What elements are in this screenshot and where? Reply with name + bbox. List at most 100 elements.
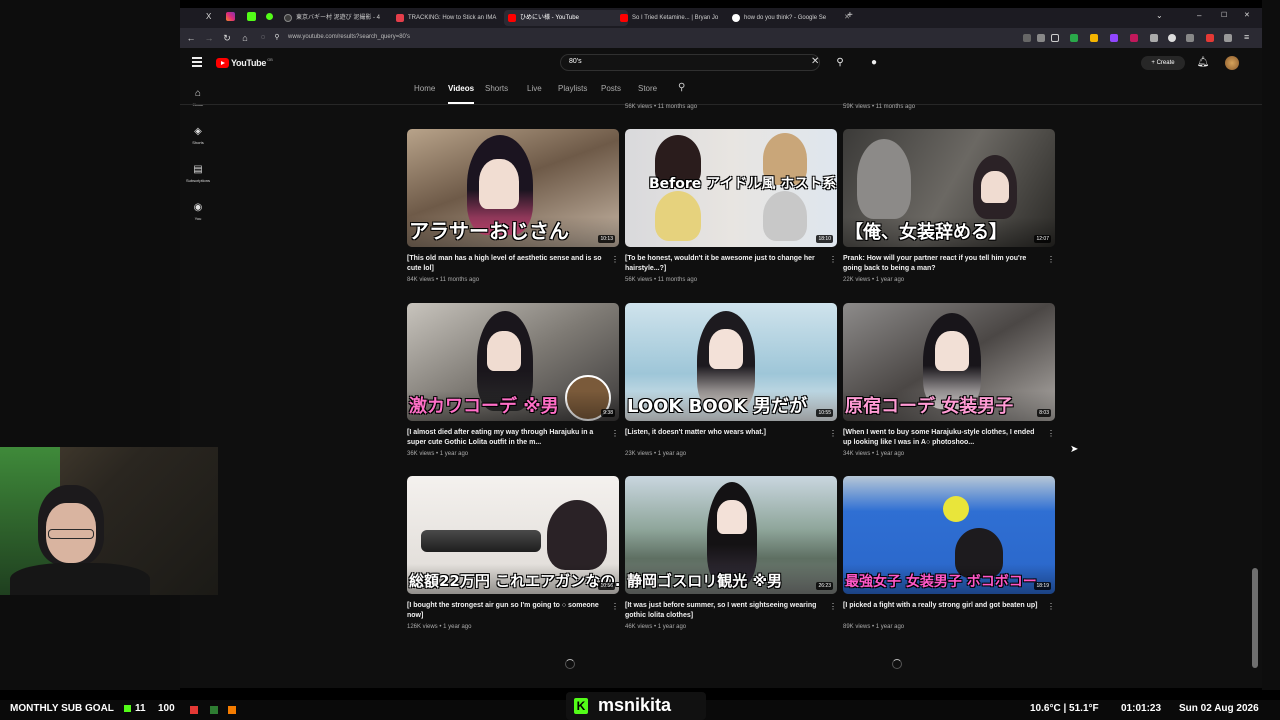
tab-playlists[interactable]: Playlists [558,84,587,93]
video-title[interactable]: [I picked a fight with a really strong g… [843,601,1041,611]
minimize-icon[interactable]: – [1197,11,1201,20]
home-icon[interactable]: ⌂ [238,31,252,45]
extension-icon[interactable] [1168,34,1176,42]
video-thumbnail[interactable]: アラサーおじさん 10:13 [407,129,619,247]
tab-bar: X 東京バギー村 泥遊び 泥撮影 - 4 TRACKING: How to St… [180,8,1262,28]
maximize-icon[interactable]: ☐ [1221,11,1227,19]
x-twitter-icon[interactable]: X [206,12,211,21]
microphone-icon[interactable]: ● [866,55,882,71]
more-options-icon[interactable]: ⋮ [1047,602,1055,611]
page-scrollbar[interactable] [1252,568,1258,668]
video-title[interactable]: Prank: How will your partner react if yo… [843,254,1041,274]
more-options-icon[interactable]: ⋮ [829,602,837,611]
browser-tab[interactable]: how do you think? - Google Se ✕ [728,10,852,26]
more-options-icon[interactable]: ⋮ [611,602,619,611]
video-card[interactable]: LOOK BOOK 男だが 10:55 [Listen, it doesn't … [625,303,837,471]
more-options-icon[interactable]: ⋮ [1047,429,1055,438]
more-options-icon[interactable]: ⋮ [829,255,837,264]
video-title[interactable]: [This old man has a high level of aesthe… [407,254,605,274]
search-box[interactable]: 80's ✕ [560,54,820,71]
video-title[interactable]: [I bought the strongest air gun so I'm g… [407,601,605,621]
video-card[interactable]: Before アイドル風 ホスト系 クズ男 18:10 [To be hones… [625,129,837,297]
extensions-menu-icon[interactable] [1224,34,1232,42]
sidebar-item-you[interactable]: ◉ You [180,202,216,221]
browser-tab-active[interactable]: ひめにい様 - YouTube ✕ [504,10,628,26]
puzzle-icon[interactable] [1186,34,1194,42]
video-meta: 23K views • 1 year ago [625,451,687,457]
taskbar-app-icon[interactable] [210,706,218,714]
video-title[interactable]: [Listen, it doesn't matter who wears wha… [625,428,823,438]
tab-videos[interactable]: Videos [448,84,474,93]
thumbnail-caption: 【俺、女装辞める】 [845,222,1007,243]
video-card[interactable]: 総額22万円 これエアガンなの…？ 10:56 [I bought the st… [407,476,619,644]
video-title[interactable]: [It was just before summer, so I went si… [625,601,823,621]
tab-list-icon[interactable]: ⌄ [1156,11,1163,20]
video-thumbnail[interactable]: LOOK BOOK 男だが 10:55 [625,303,837,421]
search-input[interactable]: 80's [569,58,582,65]
tab-store[interactable]: Store [638,84,657,93]
kick-icon[interactable] [247,12,256,21]
sidebar-item-shorts[interactable]: ◈ Shorts [180,126,216,145]
youtube-logo[interactable]: YouTube GB [216,56,273,70]
browser-tab[interactable]: So I Tried Ketamine... | Bryan Jo ✕ [616,10,740,26]
extension-icon[interactable] [1206,34,1214,42]
video-card[interactable]: 最強女子 女装男子 ボコボコー 18:19 [I picked a fight … [843,476,1055,644]
instagram-icon[interactable] [226,12,235,21]
video-card[interactable]: 【俺、女装辞める】 12:07 Prank: How will your par… [843,129,1055,297]
video-card[interactable]: 激カワコーデ ※男 9:38 [I almost died after eati… [407,303,619,471]
tab-shorts[interactable]: Shorts [485,84,508,93]
taskbar-app-icon[interactable] [228,706,236,714]
sidebar-item-subscriptions[interactable]: ▤ Subscriptions [180,164,216,183]
shield-icon[interactable]: ◌ [256,31,270,45]
video-title[interactable]: [I almost died after eating my way throu… [407,428,605,448]
clear-search-icon[interactable]: ✕ [811,56,819,67]
video-thumbnail[interactable]: Before アイドル風 ホスト系 クズ男 18:10 [625,129,837,247]
browser-tab[interactable]: 東京バギー村 泥遊び 泥撮影 - 4 [280,10,404,26]
account-avatar[interactable] [1225,56,1239,70]
extension-icon[interactable] [1130,34,1138,42]
create-button[interactable]: + Create [1141,56,1185,70]
taskbar-app-icon[interactable] [190,706,198,714]
forward-arrow-icon[interactable]: → [202,31,216,45]
video-thumbnail[interactable]: 原宿コーデ 女装男子 8:03 [843,303,1055,421]
reader-icon[interactable] [1023,34,1031,42]
close-window-icon[interactable]: ✕ [1244,11,1250,19]
video-card[interactable]: 原宿コーデ 女装男子 8:03 [When I went to buy some… [843,303,1055,471]
more-options-icon[interactable]: ⋮ [611,255,619,264]
browser-tab[interactable]: TRACKING: How to Stick an IMA ✕ [392,10,514,26]
more-options-icon[interactable]: ⋮ [829,429,837,438]
video-thumbnail[interactable]: 最強女子 女装男子 ボコボコー 18:19 [843,476,1055,594]
bell-icon[interactable]: 🔔︎ [1195,55,1211,71]
video-card[interactable]: 静岡ゴスロリ観光 ※男 26:23 [It was just before su… [625,476,837,644]
hamburger-menu-icon[interactable] [192,57,202,67]
more-options-icon[interactable]: ⋮ [611,429,619,438]
video-title[interactable]: [To be honest, wouldn't it be awesome ju… [625,254,823,274]
thumbnail-face [717,500,747,534]
site-info-icon[interactable]: ⚲ [270,31,284,45]
back-arrow-icon[interactable]: ← [184,31,198,45]
video-card[interactable]: アラサーおじさん 10:13 [This old man has a high … [407,129,619,297]
video-thumbnail[interactable]: 激カワコーデ ※男 9:38 [407,303,619,421]
twitch-extension-icon[interactable] [1110,34,1118,42]
browser-menu-icon[interactable]: ≡ [1244,32,1249,42]
divider [180,104,1262,105]
new-tab-button[interactable]: + [847,10,853,21]
tab-live[interactable]: Live [527,84,542,93]
tab-posts[interactable]: Posts [601,84,621,93]
channel-search-icon[interactable]: ⚲ [678,82,685,93]
browser-window: X 東京バギー村 泥遊び 泥撮影 - 4 TRACKING: How to St… [180,8,1262,688]
extension-icon[interactable] [1090,34,1098,42]
tab-home[interactable]: Home [414,84,435,93]
video-thumbnail[interactable]: 総額22万円 これエアガンなの…？ 10:56 [407,476,619,594]
more-options-icon[interactable]: ⋮ [1047,255,1055,264]
reload-icon[interactable]: ↻ [220,31,234,45]
video-title[interactable]: [When I went to buy some Harajuku-style … [843,428,1041,448]
star-icon[interactable] [1051,34,1059,42]
video-thumbnail[interactable]: 静岡ゴスロリ観光 ※男 26:23 [625,476,837,594]
video-thumbnail[interactable]: 【俺、女装辞める】 12:07 [843,129,1055,247]
search-icon[interactable]: ⚲ [832,55,848,71]
url-field[interactable]: www.youtube.com/results?search_query=80'… [288,34,410,40]
download-icon[interactable] [1070,34,1078,42]
extension-icon[interactable] [1150,34,1158,42]
grid-icon[interactable] [1037,34,1045,42]
